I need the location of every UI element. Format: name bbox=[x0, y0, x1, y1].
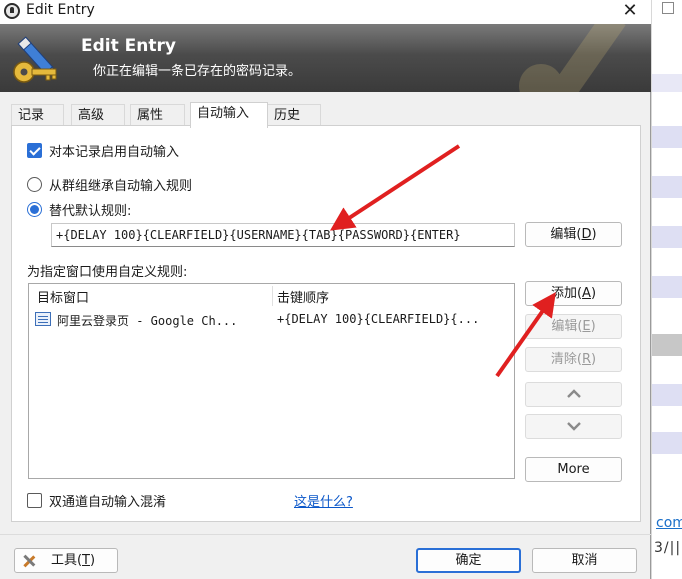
mnemonic-letter: T bbox=[82, 553, 90, 568]
tab-history[interactable]: 历史 bbox=[267, 104, 321, 127]
delete-association-button[interactable]: 清除(R) bbox=[525, 347, 622, 372]
enable-autotype-label: 对本记录启用自动输入 bbox=[49, 145, 180, 160]
title-bar: Edit Entry ✕ bbox=[0, 0, 651, 24]
chevron-up-icon bbox=[566, 389, 581, 398]
enable-autotype-checkbox[interactable] bbox=[27, 143, 42, 158]
background-app-window: com 3/|| bbox=[651, 0, 682, 579]
background-row bbox=[652, 334, 682, 356]
obfuscation-checkbox[interactable] bbox=[27, 493, 42, 508]
override-rule-radio[interactable] bbox=[27, 202, 42, 217]
background-checkbox bbox=[662, 2, 674, 14]
tab-autotype[interactable]: 自动输入 bbox=[190, 102, 268, 128]
list-item[interactable]: 阿里云登录页 - Google Ch... +{DELAY 100}{CLEAR… bbox=[29, 309, 514, 331]
keepass-lock-icon bbox=[4, 3, 20, 19]
default-sequence-input[interactable]: +{DELAY 100}{CLEARFIELD}{USERNAME}{TAB}{… bbox=[51, 223, 515, 247]
banner-subtitle: 你正在编辑一条已存在的密码记录。 bbox=[93, 64, 302, 79]
inherit-rule-label: 从群组继承自动输入规则 bbox=[49, 179, 193, 194]
edit-entry-dialog: Edit Entry ✕ Edit Entry 你正在编辑一条已存在的密码记录。… bbox=[0, 0, 651, 579]
background-text: 3/|| bbox=[654, 540, 682, 556]
list-header: 目标窗口 击键顺序 bbox=[29, 284, 514, 308]
background-row bbox=[652, 384, 682, 406]
tab-properties[interactable]: 属性 bbox=[130, 104, 185, 127]
tools-button-label: 工具(T) bbox=[50, 553, 96, 568]
background-row bbox=[652, 74, 682, 92]
tools-icon bbox=[23, 554, 36, 568]
header-banner: Edit Entry 你正在编辑一条已存在的密码记录。 bbox=[0, 24, 651, 92]
chevron-down-icon bbox=[566, 422, 581, 431]
cancel-button[interactable]: 取消 bbox=[532, 548, 637, 573]
more-button[interactable]: More bbox=[525, 457, 622, 482]
tab-record[interactable]: 记录 bbox=[11, 104, 64, 127]
mnemonic-letter: A bbox=[582, 286, 591, 301]
window-list-icon bbox=[35, 312, 51, 326]
whats-this-link[interactable]: 这是什么? bbox=[294, 491, 353, 510]
tools-button[interactable]: 工具(T) bbox=[14, 548, 118, 573]
footer-divider bbox=[0, 534, 651, 535]
list-cell-target: 阿里云登录页 - Google Ch... bbox=[57, 314, 238, 328]
autotype-panel: 对本记录启用自动输入 从群组继承自动输入规则 替代默认规则: +{DELAY 1… bbox=[11, 125, 641, 522]
move-down-button[interactable] bbox=[525, 414, 622, 439]
key-pen-icon bbox=[13, 36, 57, 83]
add-association-button[interactable]: 添加(A) bbox=[525, 281, 622, 306]
close-button[interactable]: ✕ bbox=[610, 0, 650, 24]
custom-rules-label: 为指定窗口使用自定义规则: bbox=[27, 265, 188, 280]
background-link: com bbox=[656, 515, 682, 531]
background-row bbox=[652, 126, 682, 148]
column-header-target-window[interactable]: 目标窗口 bbox=[37, 287, 89, 306]
banner-title: Edit Entry bbox=[81, 36, 176, 56]
obfuscation-label: 双通道自动输入混淆 bbox=[49, 495, 167, 510]
column-separator[interactable] bbox=[272, 286, 273, 306]
ok-button[interactable]: 确定 bbox=[416, 548, 521, 573]
background-row bbox=[652, 432, 682, 454]
mnemonic-letter: R bbox=[581, 352, 592, 367]
column-header-keystroke-sequence[interactable]: 击键顺序 bbox=[277, 287, 329, 306]
edit-association-button[interactable]: 编辑(E) bbox=[525, 314, 622, 339]
mnemonic-letter: D bbox=[581, 227, 592, 242]
background-row bbox=[652, 176, 682, 198]
list-cell-sequence: +{DELAY 100}{CLEARFIELD}{... bbox=[277, 312, 480, 326]
override-rule-label: 替代默认规则: bbox=[49, 204, 132, 219]
window-title: Edit Entry bbox=[26, 2, 95, 18]
mnemonic-letter: E bbox=[582, 319, 591, 334]
background-row bbox=[652, 226, 682, 248]
key-pen-watermark-icon bbox=[519, 24, 626, 92]
move-up-button[interactable] bbox=[525, 382, 622, 407]
background-row bbox=[652, 276, 682, 298]
edit-sequence-button[interactable]: 编辑(D) bbox=[525, 222, 622, 247]
tab-advanced[interactable]: 高级 bbox=[71, 104, 125, 127]
inherit-rule-radio[interactable] bbox=[27, 177, 42, 192]
window-associations-list[interactable]: 目标窗口 击键顺序 阿里云登录页 - Google Ch... +{DELAY … bbox=[28, 283, 515, 479]
